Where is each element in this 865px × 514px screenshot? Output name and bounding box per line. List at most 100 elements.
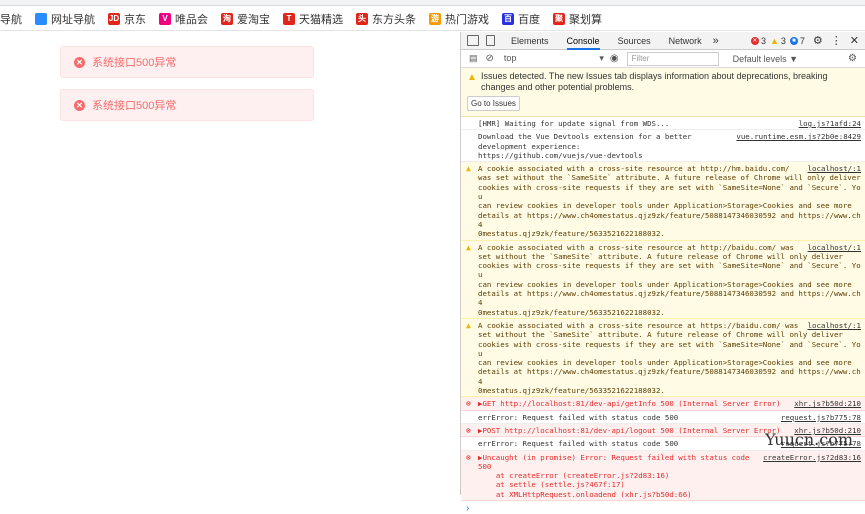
sidebar-toggle-icon[interactable]: ▤ <box>469 53 478 64</box>
inspect-icon[interactable] <box>467 35 479 46</box>
bookmark-icon: 淘 <box>221 12 233 25</box>
tab-console[interactable]: Console <box>566 32 600 50</box>
error-toast: ✕ 系统接口500异常 <box>60 46 314 78</box>
info-icon: ■ <box>789 36 798 45</box>
bookmark-label: 东方头条 <box>372 13 416 26</box>
error-icon: ⊗ <box>466 425 471 435</box>
clear-console-icon[interactable]: ⊘ <box>486 53 494 64</box>
console-log-row: Download the Vue Devtools extension for … <box>461 130 865 163</box>
bookmarks-bar: 导航 网址导航 JD 京东 V 唯品会淘爱淘宝 T 天猫精选头东方头条游热门游戏百百度聚聚划算 <box>0 7 865 31</box>
bookmark-label: 爱淘宝 <box>237 13 270 26</box>
bookmark-item[interactable]: JD 京东 <box>108 11 146 27</box>
tab-sources[interactable]: Sources <box>618 32 651 50</box>
bookmark-item[interactable]: 淘爱淘宝 <box>221 11 270 27</box>
console-error-row: ⊗ ▶GET http://localhost:81/dev-api/getInf… <box>461 397 865 411</box>
bookmark-item[interactable]: 聚聚划算 <box>553 11 602 27</box>
close-icon[interactable]: ✕ <box>850 34 859 47</box>
bookmark-item[interactable]: 头东方头条 <box>356 11 416 27</box>
console-log-row: errError: Request failed with status cod… <box>461 411 865 424</box>
error-circle-icon: ✕ <box>74 99 85 111</box>
bookmark-label: 聚划算 <box>569 13 602 26</box>
console-message-text: ▶POST http://localhost:81/dev-api/logout… <box>478 425 781 435</box>
chevron-down-icon: ▾ <box>599 53 604 63</box>
bookmark-label: 京东 <box>124 13 146 26</box>
more-tabs-icon[interactable]: » <box>713 35 719 47</box>
console-message-text: [HMR] Waiting for update signal from WDS… <box>478 119 670 128</box>
issues-banner: ▲ Issues detected. The new Issues tab di… <box>461 68 865 117</box>
devtools-tabbar: Elements Console Sources Network » ✕ 3 ▲ 3… <box>461 32 865 50</box>
go-to-issues-button[interactable]: Go to Issues <box>467 96 520 111</box>
source-link[interactable]: localhost/:1 <box>807 320 861 331</box>
gear-icon[interactable]: ⚙ <box>813 34 823 47</box>
source-link[interactable]: log.js?1afd:24 <box>799 119 861 128</box>
bookmark-item[interactable]: V 唯品会 <box>159 11 208 27</box>
bookmark-item[interactable]: 百百度 <box>502 11 540 27</box>
bookmark-icon: JD <box>108 12 120 25</box>
warning-icon: ▲ <box>466 242 471 252</box>
console-settings-icon[interactable]: ⚙ <box>848 53 857 64</box>
bookmark-icon: V <box>159 12 171 25</box>
bookmark-icon: T <box>283 12 295 25</box>
console-log-row: [HMR] Waiting for update signal from WDS… <box>461 117 865 131</box>
toast-message: 系统接口500异常 <box>92 100 177 112</box>
error-circle-icon: ✕ <box>74 56 85 68</box>
console-warning-row: ▲ A cookie associated with a cross-site r… <box>461 240 865 319</box>
toast-message: 系统接口500异常 <box>92 57 177 69</box>
url-bar <box>0 0 865 6</box>
console-message-text: A cookie associated with a cross-site re… <box>478 320 861 396</box>
console-message-text: Download the Vue Devtools extension for … <box>478 132 692 160</box>
console-warning-row: ▲ A cookie associated with a cross-site r… <box>461 162 865 241</box>
warning-icon: ▲ <box>466 164 471 174</box>
bookmark-label: 天猫精选 <box>299 13 343 26</box>
console-prompt[interactable]: › <box>461 501 865 514</box>
console-message-text: ▶GET http://localhost:81/dev-api/getInfo… <box>478 399 781 409</box>
bookmark-label: 热门游戏 <box>445 13 489 26</box>
console-message-text: errError: Request failed with status cod… <box>478 439 679 449</box>
console-toolbar: ▤ ⊘ top ▾ ◉ Filter Default levels ▼ ⚙ <box>461 50 865 68</box>
kebab-menu-icon[interactable]: ⋮ <box>831 34 842 47</box>
console-error-row: ⊗ ▶Uncaught (in promise) Error: Request f… <box>461 450 865 501</box>
bookmark-icon: 头 <box>356 12 368 25</box>
error-icon: ✕ <box>750 36 759 45</box>
eye-icon[interactable]: ◉ <box>610 53 619 64</box>
bookmark-label: 网址导航 <box>51 13 95 26</box>
source-link[interactable]: localhost/:1 <box>807 164 861 174</box>
console-message-text: A cookie associated with a cross-site re… <box>478 164 861 239</box>
issues-text: Issues detected. The new Issues tab disp… <box>481 71 828 92</box>
console-warning-row: ▲ A cookie associated with a cross-site r… <box>461 318 865 398</box>
source-link[interactable]: vue.runtime.esm.js?2b0e:8429 <box>736 132 861 141</box>
warning-icon: ▲ <box>467 72 477 83</box>
warning-count-badge[interactable]: ▲ 3 <box>770 36 786 46</box>
filter-input[interactable]: Filter <box>626 51 719 66</box>
bookmark-item[interactable]: 游热门游戏 <box>429 11 489 27</box>
warning-icon: ▲ <box>466 320 471 330</box>
bookmark-icon: 百 <box>502 12 514 25</box>
bookmark-icon: 游 <box>429 12 441 25</box>
bookmark-icon <box>35 12 47 25</box>
source-link[interactable]: localhost/:1 <box>807 242 861 252</box>
bookmark-item[interactable]: T 天猫精选 <box>283 11 343 27</box>
tab-elements[interactable]: Elements <box>511 32 549 50</box>
device-toggle-icon[interactable] <box>486 35 495 46</box>
source-link[interactable]: request.js?b775:78 <box>781 413 861 422</box>
bookmark-item[interactable]: 导航 <box>0 11 22 27</box>
console-message-text: ▶Uncaught (in promise) Error: Request fa… <box>478 452 750 499</box>
console-message-text: errError: Request failed with status cod… <box>478 412 679 422</box>
levels-dropdown[interactable]: Default levels ▼ <box>733 54 798 64</box>
bookmark-label: 导航 <box>0 13 22 26</box>
bookmark-label: 唯品会 <box>175 13 208 26</box>
devtools-panel: Elements Console Sources Network » ✕ 3 ▲ 3… <box>460 32 865 514</box>
context-selector[interactable]: top ▾ <box>504 53 604 64</box>
error-toast: ✕ 系统接口500异常 <box>60 89 314 121</box>
source-link[interactable]: xhr.js?b50d:210 <box>794 399 861 409</box>
error-count-badge[interactable]: ✕ 3 <box>750 36 766 46</box>
source-link[interactable]: createError.js?2d83:16 <box>763 452 861 462</box>
warning-icon: ▲ <box>769 35 779 46</box>
tab-network[interactable]: Network <box>669 32 702 50</box>
info-count-badge[interactable]: ■ 7 <box>789 36 805 46</box>
bookmark-item[interactable]: 网址导航 <box>35 11 95 27</box>
bookmark-icon: 聚 <box>553 12 565 25</box>
error-icon: ⊗ <box>466 452 471 462</box>
watermark: Yuucn.com <box>765 430 853 449</box>
error-icon: ⊗ <box>466 399 471 409</box>
